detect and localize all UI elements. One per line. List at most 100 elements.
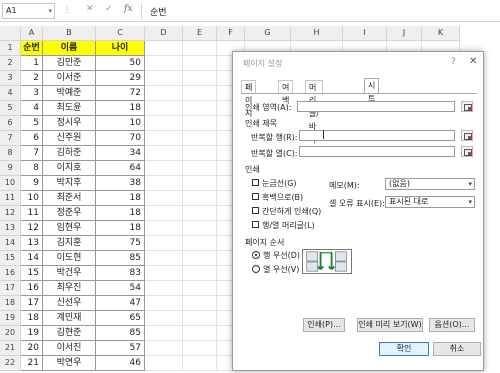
tab-page[interactable]: 페이지 [241,80,257,118]
cell[interactable]: 나이 [96,41,145,56]
cell[interactable] [183,206,217,221]
tab-sheet[interactable]: 시트 [364,78,380,103]
confirm-entry-icon[interactable]: ✓ [105,4,113,14]
cell[interactable]: 17 [21,296,43,311]
cell[interactable] [183,296,217,311]
row-header[interactable]: 14 [0,236,21,251]
row-header[interactable]: 10 [0,176,21,191]
cell[interactable]: 최도윤 [43,101,96,116]
cell[interactable]: 김하준 [43,146,96,161]
tab-header-footer[interactable]: 머리글/바닥글 [305,80,324,157]
row-header[interactable]: 5 [0,101,21,116]
cell[interactable] [145,86,183,101]
cell[interactable]: 16 [21,281,43,296]
chevron-down-icon[interactable]: ▾ [48,4,52,18]
row-header[interactable]: 8 [0,146,21,161]
tab-margins[interactable]: 여백 [278,80,294,105]
cell[interactable]: 이서진 [43,341,96,356]
cell[interactable]: 75 [96,236,145,251]
help-icon[interactable]: ? [451,57,456,67]
cell[interactable] [183,56,217,71]
cell[interactable]: 이도현 [43,251,96,266]
cell[interactable]: 김현준 [43,326,96,341]
cell[interactable] [183,86,217,101]
row-header[interactable]: 15 [0,251,21,266]
cell[interactable] [183,161,217,176]
repeat-cols-input[interactable] [299,146,455,157]
collapse-dialog-icon[interactable] [461,101,473,112]
cell[interactable]: 11 [21,206,43,221]
cell[interactable] [183,146,217,161]
cell[interactable]: 18 [21,311,43,326]
cell[interactable]: 64 [96,161,145,176]
cell[interactable]: 12 [21,221,43,236]
cell[interactable] [145,176,183,191]
cell[interactable]: 박예준 [43,86,96,101]
cell[interactable]: 2 [21,71,43,86]
cell[interactable] [183,221,217,236]
cell[interactable]: 이름 [43,41,96,56]
cell[interactable]: 8 [21,161,43,176]
headings-checkbox[interactable] [252,221,259,228]
cell[interactable] [183,326,217,341]
cell[interactable] [145,296,183,311]
cell[interactable] [145,341,183,356]
select-all-corner[interactable] [0,26,21,41]
cell[interactable]: 3 [21,86,43,101]
cell[interactable] [145,56,183,71]
row-header[interactable]: 1 [0,41,21,56]
row-header[interactable]: 18 [0,296,21,311]
row-header[interactable]: 19 [0,311,21,326]
cell[interactable]: 13 [21,236,43,251]
row-header[interactable]: 9 [0,161,21,176]
cell[interactable]: 72 [96,86,145,101]
cell[interactable]: 계민재 [43,311,96,326]
column-header[interactable]: A [21,26,43,41]
cell[interactable] [183,191,217,206]
cell[interactable] [145,221,183,236]
column-header[interactable]: I [343,26,387,41]
row-header[interactable]: 22 [0,356,21,371]
row-header[interactable]: 3 [0,71,21,86]
cell[interactable] [183,41,217,56]
options-button[interactable]: 옵션(O)... [429,318,475,332]
row-header[interactable]: 2 [0,56,21,71]
down-then-over-radio[interactable] [252,251,260,259]
column-header[interactable]: G [245,26,291,41]
cell[interactable] [145,356,183,371]
cell[interactable]: 6 [21,131,43,146]
cell[interactable]: 7 [21,146,43,161]
cell[interactable]: 46 [96,356,145,371]
cancel-button[interactable]: 취소 [433,342,481,356]
cell[interactable]: 박지후 [43,176,96,191]
cell[interactable]: 박연우 [43,356,96,371]
column-header[interactable]: F [217,26,245,41]
cell[interactable] [145,311,183,326]
cell[interactable] [145,161,183,176]
cell[interactable] [183,116,217,131]
row-header[interactable]: 6 [0,116,21,131]
cell[interactable]: 34 [96,146,145,161]
cell[interactable] [145,206,183,221]
cell[interactable] [145,101,183,116]
bw-checkbox[interactable] [252,193,259,200]
cancel-entry-icon[interactable]: ✕ [86,4,94,14]
cell[interactable]: 29 [96,71,145,86]
column-header[interactable]: C [96,26,145,41]
cell[interactable] [183,311,217,326]
cell[interactable]: 최우진 [43,281,96,296]
print-preview-button[interactable]: 인쇄 미리 보기(W) [357,318,423,332]
cell[interactable]: 65 [96,311,145,326]
gridlines-checkbox[interactable] [252,179,259,186]
cell[interactable] [183,176,217,191]
cell[interactable] [183,236,217,251]
cell[interactable]: 85 [96,326,145,341]
column-header[interactable]: E [183,26,217,41]
cell[interactable] [183,281,217,296]
cell[interactable]: 57 [96,341,145,356]
cell[interactable]: 21 [21,356,43,371]
row-header[interactable]: 21 [0,341,21,356]
row-header[interactable]: 4 [0,86,21,101]
row-header[interactable]: 20 [0,326,21,341]
comments-select[interactable]: (없음) ▾ [385,178,475,190]
